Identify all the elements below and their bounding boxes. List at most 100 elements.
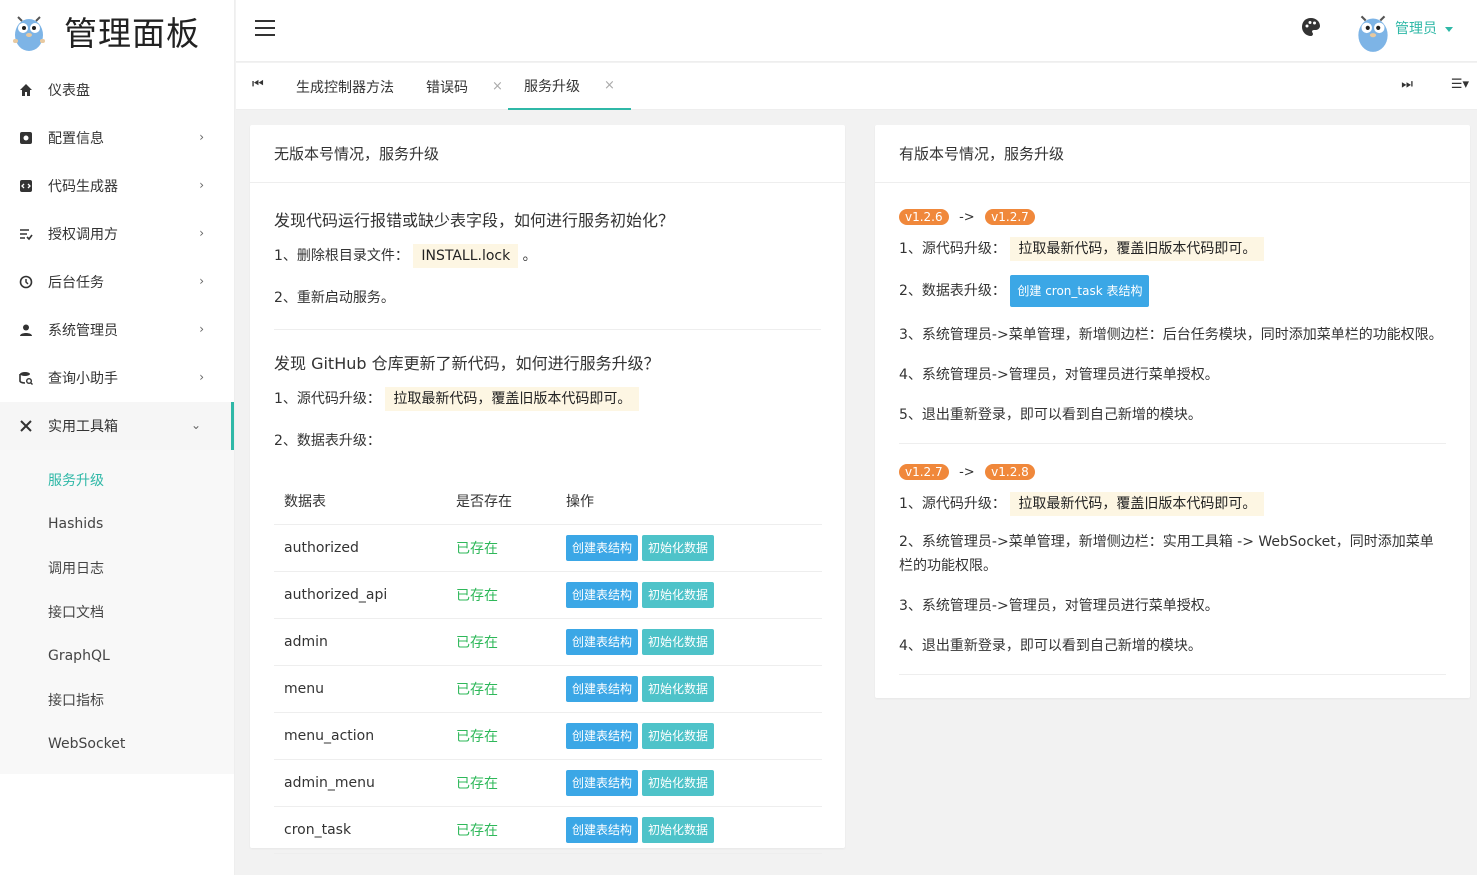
table-row: authorized 已存在 创建表结构 初始化数据: [274, 524, 822, 572]
tab-errcode[interactable]: 错误码 ×: [426, 63, 503, 110]
step-line: 2、数据表升级：: [274, 433, 381, 449]
chevron-right-icon: ›: [199, 178, 204, 192]
actions-cell: 创建表结构 初始化数据: [556, 524, 822, 572]
sidebar-item-label: 配置信息: [48, 131, 104, 147]
sidebar: 管理面板 仪表盘 配置信息 › 代码生成器 › 授权调用方 › 后台任务 › 系…: [0, 0, 235, 875]
create-cron-task-button[interactable]: 创建 cron_task 表结构: [1010, 275, 1150, 307]
create-table-button[interactable]: 创建表结构: [566, 628, 639, 655]
create-table-button[interactable]: 创建表结构: [566, 769, 639, 796]
status-badge: 已存在: [446, 665, 556, 713]
col-header: 是否存在: [446, 478, 556, 525]
actions-cell: 创建表结构 初始化数据: [556, 759, 822, 807]
user-icon: [18, 322, 34, 338]
code-highlight: 拉取最新代码，覆盖旧版本代码即可。: [385, 387, 640, 411]
step-line: 1、源代码升级： 拉取最新代码，覆盖旧版本代码即可。: [899, 237, 1446, 261]
sidebar-item-label: 授权调用方: [48, 227, 118, 243]
close-icon[interactable]: ×: [492, 79, 503, 94]
brand[interactable]: 管理面板: [0, 0, 234, 62]
card-title: 无版本号情况，服务升级: [250, 125, 845, 183]
sub-item-logs[interactable]: 调用日志: [0, 546, 234, 590]
top-header: 管理员: [236, 0, 1477, 62]
tab-label: 错误码: [426, 79, 468, 96]
step-line: 3、系统管理员->菜单管理，新增侧边栏：后台任务模块，同时添加菜单栏的功能权限。: [899, 327, 1443, 343]
sidebar-item-auth[interactable]: 授权调用方 ›: [0, 210, 234, 258]
table-row: menu_action 已存在 创建表结构 初始化数据: [274, 712, 822, 760]
sub-item-metrics[interactable]: 接口指标: [0, 678, 234, 722]
status-badge: 已存在: [446, 571, 556, 619]
step-prefix: 1、源代码升级：: [899, 241, 1006, 257]
tab-next-icon[interactable]: ⏭: [1401, 77, 1413, 92]
tab-menu-icon[interactable]: ☰▾: [1451, 77, 1469, 92]
init-data-button[interactable]: 初始化数据: [642, 581, 715, 608]
init-data-button[interactable]: 初始化数据: [642, 675, 715, 702]
sidebar-item-tools[interactable]: 实用工具箱 ⌄: [0, 402, 234, 450]
init-data-button[interactable]: 初始化数据: [642, 769, 715, 796]
arrow: ->: [959, 465, 975, 480]
close-icon[interactable]: ×: [604, 78, 615, 93]
step-line: 4、退出重新登录，即可以看到自己新增的模块。: [899, 638, 1202, 654]
tab-controller[interactable]: 生成控制器方法: [296, 63, 394, 110]
status-badge: 已存在: [446, 618, 556, 666]
chevron-right-icon: ›: [199, 130, 204, 144]
actions-cell: 创建表结构 初始化数据: [556, 806, 822, 854]
menu-toggle-icon[interactable]: [255, 20, 275, 41]
step-line: 2、重新启动服务。: [274, 290, 395, 306]
database-search-icon: [18, 370, 34, 386]
status-badge: 已存在: [446, 759, 556, 807]
init-data-button[interactable]: 初始化数据: [642, 816, 715, 843]
sub-item-websocket[interactable]: WebSocket: [0, 722, 234, 766]
version-row: v1.2.7 -> v1.2.8: [899, 464, 1446, 480]
user-name: 管理员: [1395, 21, 1437, 37]
sidebar-item-query[interactable]: 查询小助手 ›: [0, 354, 234, 402]
avatar[interactable]: [1353, 8, 1393, 54]
brand-title: 管理面板: [64, 14, 200, 53]
version-tag: v1.2.7: [899, 464, 949, 480]
table-row: menu 已存在 创建表结构 初始化数据: [274, 665, 822, 713]
create-table-button[interactable]: 创建表结构: [566, 722, 639, 749]
actions-cell: 创建表结构 初始化数据: [556, 665, 822, 713]
arrow: ->: [959, 210, 975, 225]
create-table-button[interactable]: 创建表结构: [566, 816, 639, 843]
step-line: 5、退出重新登录，即可以看到自己新增的模块。: [899, 407, 1202, 423]
sidebar-item-dashboard[interactable]: 仪表盘: [0, 66, 234, 114]
version-tag: v1.2.6: [899, 209, 949, 225]
user-menu[interactable]: 管理员: [1395, 18, 1453, 38]
init-data-button[interactable]: 初始化数据: [642, 534, 715, 561]
create-table-button[interactable]: 创建表结构: [566, 534, 639, 561]
gopher-logo-icon: [13, 16, 45, 51]
step-line: 2、系统管理员->菜单管理，新增侧边栏：实用工具箱 -> WebSocket，同…: [899, 534, 1434, 574]
sidebar-item-label: 查询小助手: [48, 371, 118, 387]
tab-upgrade[interactable]: 服务升级 ×: [508, 63, 631, 110]
status-badge: 已存在: [446, 806, 556, 854]
step-line: 2、数据表升级： 创建 cron_task 表结构: [899, 275, 1446, 307]
sub-item-docs[interactable]: 接口文档: [0, 590, 234, 634]
sidebar-item-admins[interactable]: 系统管理员 ›: [0, 306, 234, 354]
step-line: 1、源代码升级： 拉取最新代码，覆盖旧版本代码即可。: [274, 387, 821, 411]
question-2: 发现 GitHub 仓库更新了新代码，如何进行服务升级？: [274, 354, 660, 373]
step-line: 3、系统管理员->管理员，对管理员进行菜单授权。: [899, 598, 1219, 614]
col-header: 数据表: [274, 478, 446, 525]
sub-item-graphql[interactable]: GraphQL: [0, 634, 234, 678]
init-data-button[interactable]: 初始化数据: [642, 722, 715, 749]
palette-icon[interactable]: [1301, 17, 1321, 37]
sub-item-hashids[interactable]: Hashids: [0, 502, 234, 546]
table-name: admin_menu: [274, 759, 446, 807]
table-name: admin: [274, 618, 446, 666]
table-name: cron_task: [274, 806, 446, 854]
table-row: cron_task 已存在 创建表结构 初始化数据: [274, 806, 822, 854]
init-data-button[interactable]: 初始化数据: [642, 628, 715, 655]
tab-prev-icon[interactable]: ⏮: [252, 77, 264, 92]
sidebar-item-tasks[interactable]: 后台任务 ›: [0, 258, 234, 306]
sub-item-upgrade[interactable]: 服务升级: [0, 458, 234, 502]
create-table-button[interactable]: 创建表结构: [566, 675, 639, 702]
code-icon: [18, 178, 34, 194]
sidebar-item-config[interactable]: 配置信息 ›: [0, 114, 234, 162]
step-line: 1、删除根目录文件： INSTALL.lock 。: [274, 244, 821, 268]
code-highlight: INSTALL.lock: [413, 244, 519, 268]
sidebar-item-label: 仪表盘: [48, 83, 90, 99]
chevron-right-icon: ›: [199, 274, 204, 288]
step-line: 1、源代码升级： 拉取最新代码，覆盖旧版本代码即可。: [899, 492, 1446, 516]
sidebar-item-codegen[interactable]: 代码生成器 ›: [0, 162, 234, 210]
create-table-button[interactable]: 创建表结构: [566, 581, 639, 608]
table-row: admin_menu 已存在 创建表结构 初始化数据: [274, 759, 822, 807]
